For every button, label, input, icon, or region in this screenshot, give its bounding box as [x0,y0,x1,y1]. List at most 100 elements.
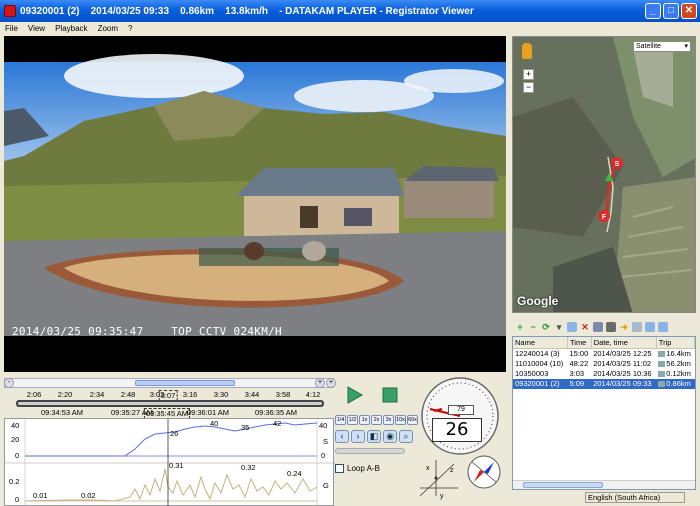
trip-icon [658,361,666,368]
speed-half-button[interactable]: 1/2 [347,415,358,425]
track-name: 12240014 (3) [515,349,560,359]
window-icon[interactable] [632,322,642,332]
track-trip: 0.12km [656,369,694,379]
layout-icon[interactable] [658,322,668,332]
current-speed: 26 [432,418,482,442]
timeline-zoom-in-button[interactable]: + [315,378,325,388]
menu-playback[interactable]: Playback [55,24,87,33]
time-tick: 2:20 [57,390,73,399]
svg-text:x: x [426,465,430,472]
fullscreen-icon[interactable] [645,322,655,332]
tracks-toolbar: + − ⟳ ▾ ✕ ➜ [512,320,696,334]
menu-bar: File View Playback Zoom ? [0,22,700,34]
time-tick: 3:16 [182,390,198,399]
menu-file[interactable]: File [5,24,18,33]
track-date: 2014/03/25 12:25 [593,349,652,359]
loop-ab[interactable]: Loop A-B [335,464,380,473]
export-icon[interactable]: ➜ [619,322,629,332]
map-marker-finish: F [602,214,607,221]
menu-help[interactable]: ? [128,24,132,33]
map-zoom-in-button[interactable]: + [523,69,534,80]
table-row[interactable]: 11010004 (10) 48:22 2014/03/25 11:02 56.… [513,359,695,369]
column-time[interactable]: Time [567,337,592,349]
delete-icon[interactable]: ✕ [580,322,590,332]
speed-axis-right-zero: 0 [321,451,326,460]
track-trip: 16.4km [656,349,694,359]
g-axis-tick: 0 [15,495,20,504]
table-row[interactable]: 12240014 (3) 15:00 2014/03/25 12:25 16.4… [513,349,695,359]
track-trip: 56.2km [656,359,694,369]
play-button[interactable] [345,386,363,404]
title-bar: 09320001 (2) 2014/03/25 09:33 0.86km 13.… [0,0,700,22]
clock-label: 09:34:53 AM [40,408,84,417]
stop-button[interactable] [381,386,399,404]
g-axis-label: G [323,481,329,490]
clock-label: 09:36:01 AM [186,408,230,417]
satellite-image: S F [513,37,695,312]
column-date[interactable]: Date, time [591,337,657,349]
track-time: 5:09 [567,378,592,389]
camera-front-icon[interactable]: ◧ [367,430,381,443]
speed-3x-button[interactable]: 3x [383,415,394,425]
timeline-scrollbar[interactable]: - + + [4,378,336,388]
clock-label: 09:36:35 AM [254,408,298,417]
g-data-label: 0.24 [287,469,302,478]
loop-ab-checkbox[interactable] [335,464,344,473]
prev-frame-icon[interactable]: ‹ [335,430,349,443]
nav-buttons: ‹ › ◧ ◉ ⌕ [335,430,413,443]
maximize-button[interactable]: □ [663,3,679,19]
timeline-scroll-thumb[interactable] [135,380,235,386]
speed-1x-button[interactable]: 1x [359,415,370,425]
telemetry-graphs[interactable]: 40 20 0 40 S 0 0.2 0 G 26 40 35 42 0.01 … [4,418,335,506]
magnify-icon[interactable]: ⌕ [399,430,413,443]
trip-icon [658,381,666,388]
minimize-button[interactable]: _ [645,3,661,19]
map-type-select[interactable]: Satellite [633,41,691,52]
column-name[interactable]: Name [513,337,568,349]
copy-icon[interactable] [567,322,577,332]
speed-quarter-button[interactable]: 1/4 [335,415,346,425]
odometer-value: 79 [448,405,474,415]
window-title: 09320001 (2) 2014/03/25 09:33 0.86km 13.… [20,5,474,17]
tracks-horizontal-scrollbar[interactable] [513,480,695,489]
time-tick: 3:30 [213,390,229,399]
menu-zoom[interactable]: Zoom [98,24,118,33]
print-icon[interactable] [606,322,616,332]
speed-data-label: 42 [273,419,282,428]
video-frame[interactable]: 2014/03/25 09:35:47 TOP CCTV 024KM/H [4,36,506,372]
map-zoom-out-button[interactable]: − [523,82,534,93]
table-row[interactable]: 10350003 3:03 2014/03/25 10:36 0.12km [513,369,695,379]
timeline-range-bar[interactable] [16,400,324,407]
timeline-panel: - + + 2:06 2:20 2:34 2:48 3:02 3:07 3:16… [4,378,336,506]
time-tick: 3:44 [244,390,260,399]
volume-slider[interactable] [335,448,405,454]
dropdown-icon[interactable]: ▾ [554,322,564,332]
speed-10x-button[interactable]: 10x [395,415,406,425]
save-icon[interactable] [593,322,603,332]
video-scene [4,36,506,372]
google-logo: Google [517,294,559,308]
street-view-pegman-icon[interactable] [522,43,532,59]
trip-icon [658,371,666,378]
track-trip-value: 0.12km [666,369,691,378]
speed-2x-button[interactable]: 2x [371,415,382,425]
speed-buttons: 1/4 1/2 1x 2x 3x 10x 60x [335,415,418,425]
menu-view[interactable]: View [28,24,45,33]
map-view[interactable]: S F + − Satellite Google [512,36,696,313]
column-trip[interactable]: Trip [656,337,696,349]
track-trip-value: 0.86km [666,379,691,388]
close-button[interactable]: ✕ [681,3,697,19]
g-data-label: 0.01 [33,491,48,500]
table-row-selected[interactable]: 09320001 (2) 5:09 2014/03/25 09:33 0.86k… [513,378,695,389]
video-osd: 2014/03/25 09:35:47 TOP CCTV 024KM/H [12,325,282,338]
track-trip-value: 56.2km [666,359,691,368]
zoom-icon[interactable]: ◉ [383,430,397,443]
track-time: 3:03 [569,369,585,378]
g-data-label: 0.31 [169,461,184,470]
refresh-icon[interactable]: ⟳ [541,322,551,332]
add-icon[interactable]: + [515,322,525,332]
tracks-list: Name Time Date, time Trip 12240014 (3) 1… [512,336,696,490]
remove-icon[interactable]: − [528,322,538,332]
timeline-zoom-out-button[interactable]: - [4,378,14,388]
next-frame-icon[interactable]: › [351,430,365,443]
